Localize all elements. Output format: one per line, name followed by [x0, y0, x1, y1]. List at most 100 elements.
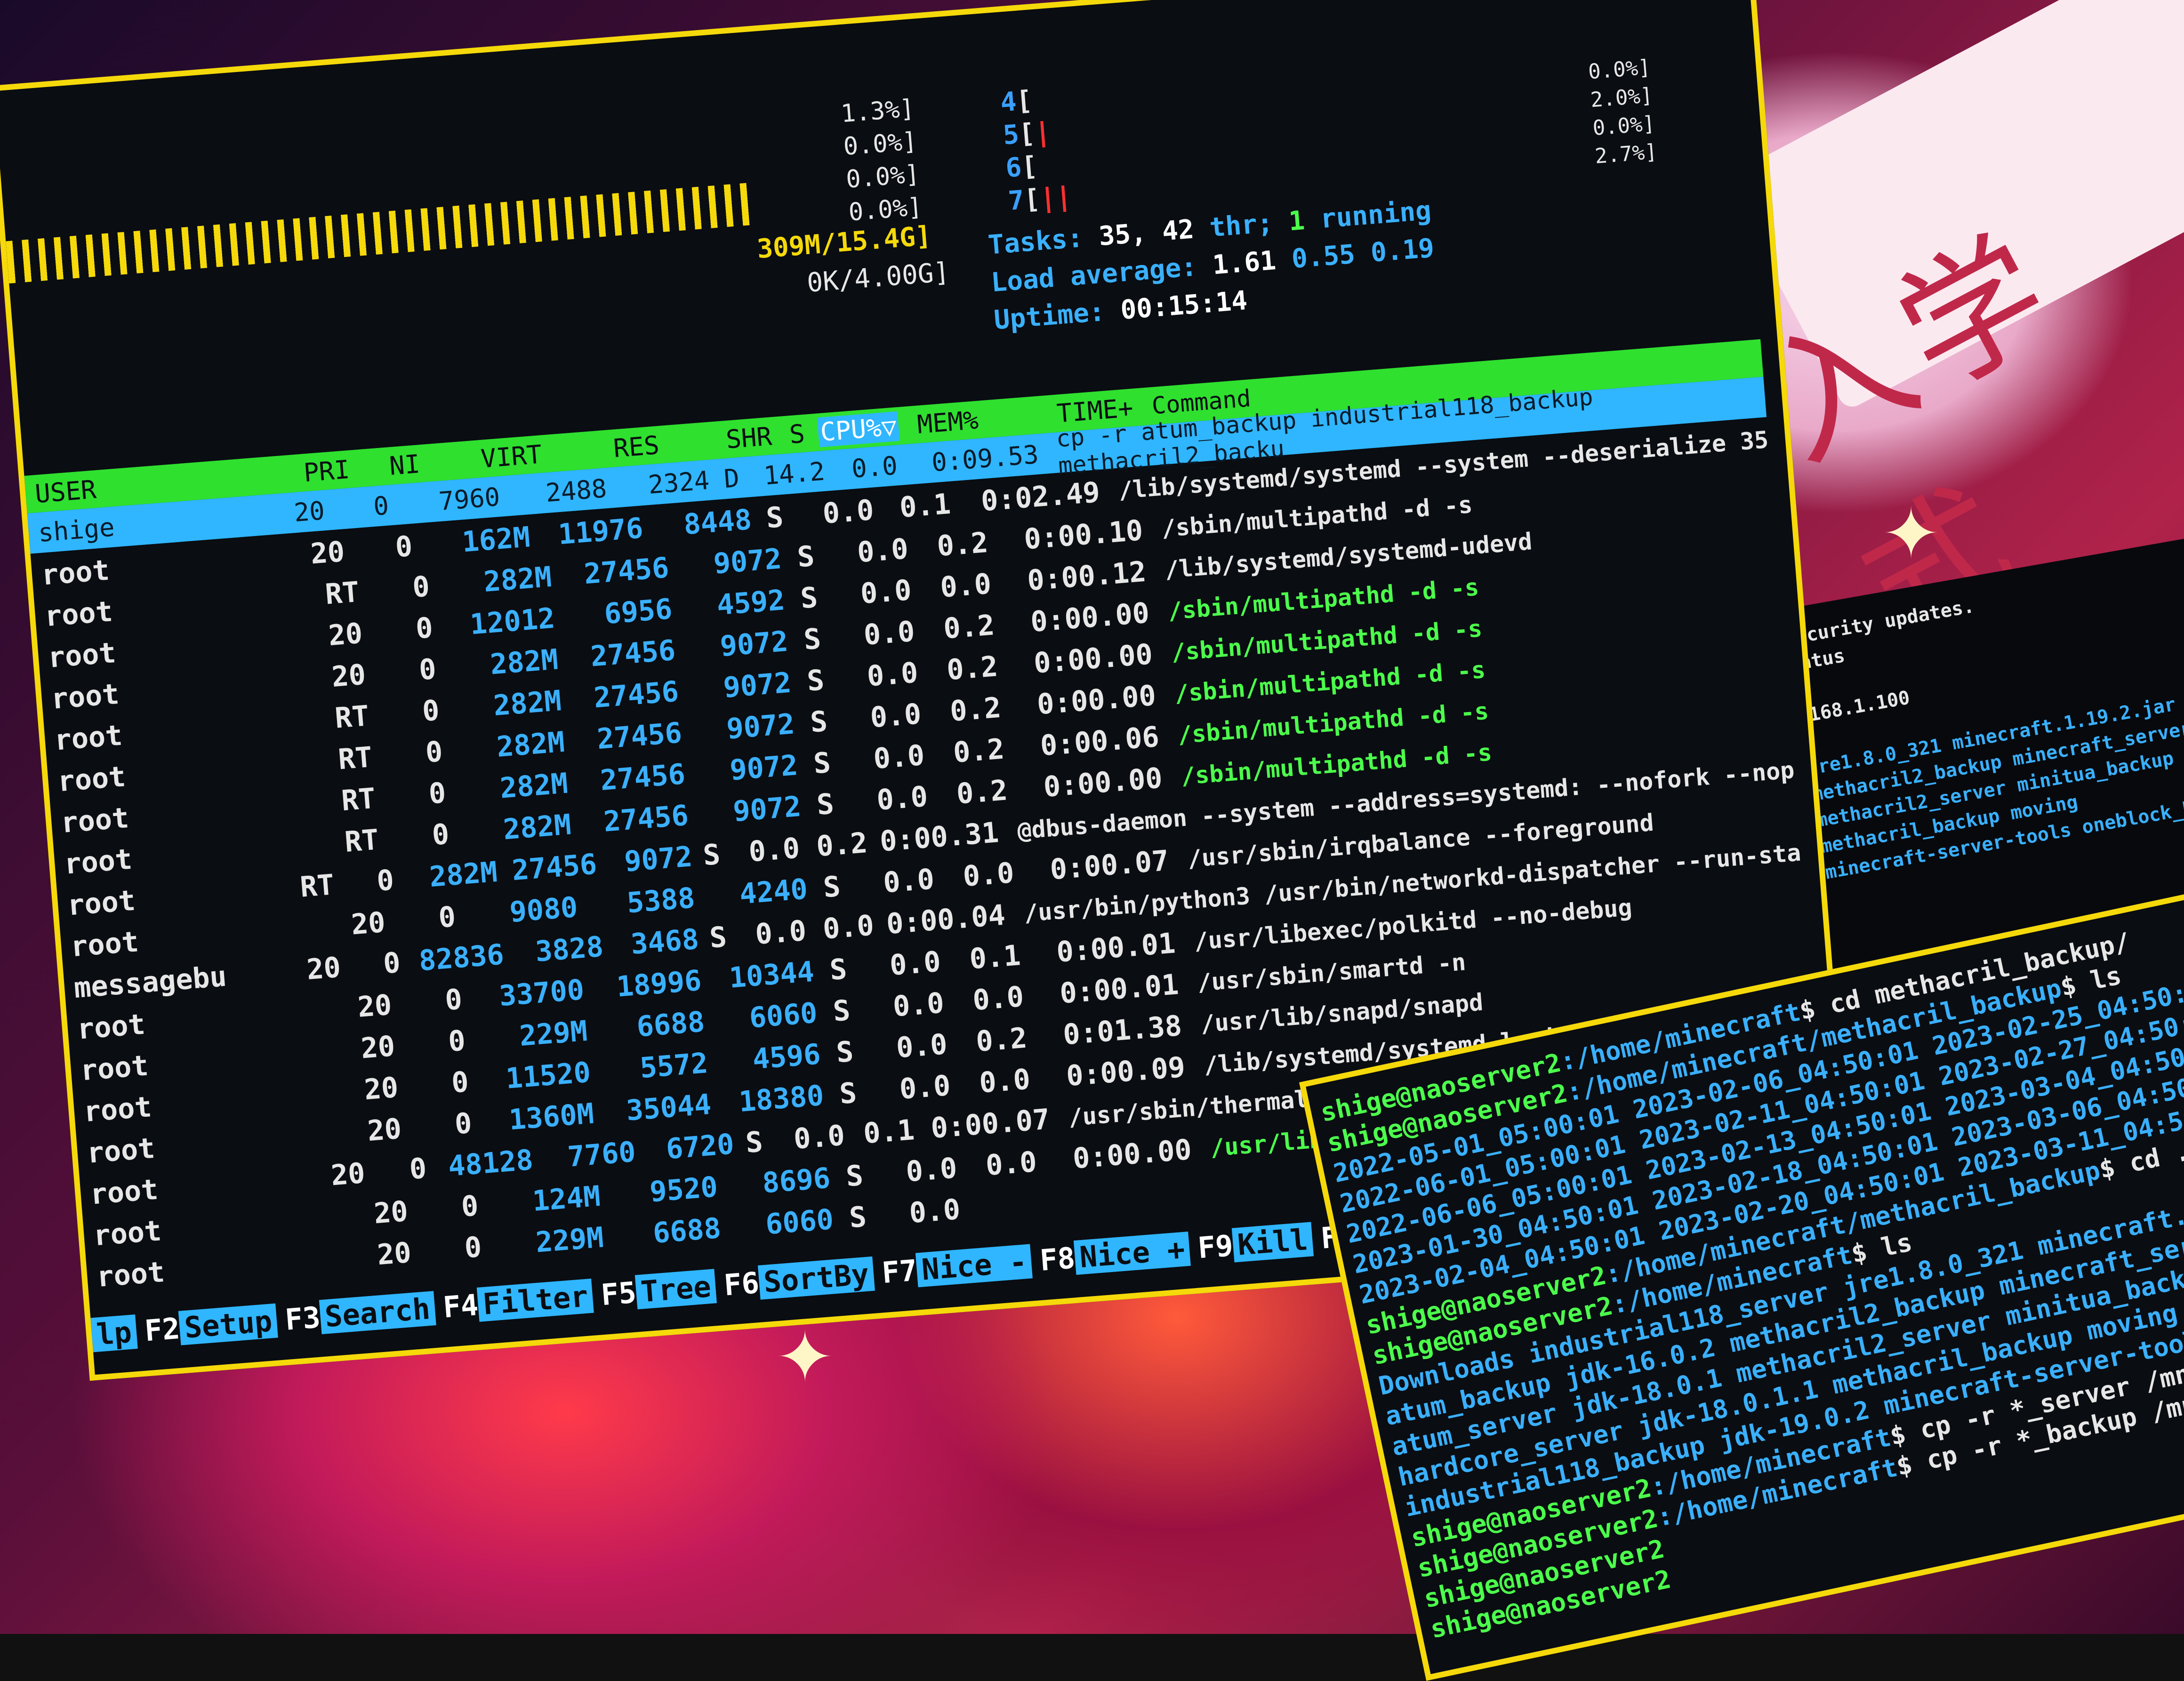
- fkey-search-button[interactable]: Search: [319, 1290, 436, 1334]
- fkey-number: F7: [880, 1253, 919, 1290]
- cell-pri: RT: [299, 868, 336, 904]
- fkey-sortby-button[interactable]: SortBy: [757, 1256, 875, 1300]
- cell-state: S: [702, 838, 722, 873]
- cell-shr: 2324: [647, 465, 711, 500]
- cell-cpu: 0.0: [747, 832, 801, 869]
- cell-mem: 0.2: [942, 608, 996, 646]
- cell-state: S: [744, 1125, 764, 1160]
- cell-cpu: 14.2: [763, 456, 826, 491]
- fkey-tree-button[interactable]: Tree: [634, 1268, 717, 1309]
- cell-shr: 9072: [722, 666, 793, 704]
- fkey-lp-button[interactable]: lp: [90, 1314, 138, 1352]
- cell-shr: 9072: [725, 707, 796, 746]
- cell-ni: 0: [382, 946, 402, 981]
- cell-time: [1040, 1191, 1195, 1203]
- minimize-icon[interactable]: –: [1607, 0, 1625, 9]
- fkey-nice--button[interactable]: Nice +: [1073, 1231, 1191, 1275]
- close-icon[interactable]: ✕: [1704, 0, 1723, 1]
- fkey-kill-button[interactable]: Kill: [1231, 1221, 1314, 1263]
- memory-meter-value: 309M/15.4G]: [755, 220, 932, 265]
- cpu-meter-value: 1.3%]: [840, 94, 915, 128]
- cell-pri: 20: [363, 1071, 400, 1107]
- cell-mem: 0.0: [850, 450, 899, 484]
- cell-virt: 229M: [518, 1014, 589, 1053]
- cell-pri: RT: [333, 699, 370, 735]
- cell-ni: 0: [424, 735, 444, 769]
- cell-state: S: [828, 953, 848, 987]
- cell-ni: 0: [437, 900, 457, 935]
- cell-shr: 9072: [719, 624, 789, 664]
- cell-virt: 11520: [504, 1056, 592, 1096]
- cell-res: 35044: [625, 1088, 713, 1128]
- col-ni[interactable]: NI: [348, 449, 421, 484]
- cell-virt: 33700: [498, 973, 586, 1013]
- cell-virt: 48128: [447, 1143, 535, 1183]
- cpu-meter-value: 0.0%]: [1591, 112, 1656, 141]
- cell-mem: 0.2: [815, 826, 869, 864]
- cell-cpu: 0.0: [856, 532, 910, 569]
- cell-time: 0:00.12: [1026, 555, 1148, 598]
- col-res[interactable]: RES: [541, 430, 660, 469]
- cell-time: 0:00.09: [1065, 1050, 1187, 1093]
- cell-pri: 20: [330, 658, 367, 694]
- cell-virt: 9080: [508, 890, 579, 929]
- cell-virt: 282M: [492, 684, 563, 723]
- cell-virt: 282M: [495, 725, 566, 764]
- memory-bar: [6, 183, 751, 284]
- cell-cpu: 0.0: [895, 1028, 949, 1065]
- cpu-meter-value: 2.0%]: [1590, 83, 1654, 112]
- cell-mem: 0.2: [974, 1021, 1028, 1059]
- cell-mem: 0.1: [898, 487, 952, 525]
- col-state[interactable]: S: [771, 418, 806, 450]
- cell-pri: 20: [329, 1156, 367, 1193]
- cell-virt: 282M: [498, 767, 570, 805]
- cpu-meter-value: 2.7%]: [1594, 139, 1658, 169]
- cell-pri: 20: [360, 1030, 396, 1065]
- cell-pri: 20: [366, 1112, 403, 1148]
- col-shr[interactable]: SHR: [658, 421, 773, 460]
- fkey-number: F2: [143, 1311, 181, 1348]
- cell-ni: 0: [443, 983, 464, 1017]
- fkey-setup-button[interactable]: Setup: [178, 1303, 278, 1345]
- cell-ni: 0: [431, 817, 450, 852]
- cell-mem: 0.0: [939, 567, 993, 604]
- cell-virt: 82836: [418, 938, 506, 978]
- cell-time: 0:00.10: [1023, 514, 1144, 556]
- cell-res: 3828: [534, 930, 605, 969]
- cell-time: 0:00.00: [1036, 679, 1157, 721]
- cell-shr: 4240: [738, 873, 809, 911]
- cell-state: S: [835, 1035, 855, 1070]
- cell-cpu: 0.0: [872, 738, 926, 776]
- cell-time: 0:00.04: [885, 898, 1007, 941]
- cell-res: 2488: [544, 473, 608, 508]
- cell-cpu: 0.0: [875, 780, 929, 817]
- cell-ni: 0: [460, 1189, 480, 1224]
- col-virt[interactable]: VIRT: [419, 439, 543, 478]
- cell-mem: 0.2: [948, 691, 1003, 728]
- cell-cpu: 0.0: [898, 1069, 952, 1106]
- col-pri[interactable]: PRI: [269, 454, 351, 490]
- cell-time: 0:00.00: [1029, 596, 1151, 639]
- cell-pri: RT: [324, 576, 361, 611]
- window-controls: – ☐ ✕: [1607, 0, 1723, 9]
- cell-shr: 8696: [761, 1161, 832, 1200]
- cell-ni: 0: [447, 1024, 467, 1058]
- maximize-icon[interactable]: ☐: [1655, 0, 1674, 5]
- cell-cpu: 0.0: [862, 615, 916, 652]
- cpu-meter-6: 6[: [1004, 151, 1039, 184]
- col-mem[interactable]: MEM%: [897, 405, 980, 440]
- cpu-meter-value: 0.0%]: [845, 160, 921, 194]
- cpu-meter-value: 0.0%]: [842, 127, 918, 161]
- col-cpu-sorted[interactable]: CPU%▽: [817, 411, 900, 447]
- cell-state: S: [796, 540, 816, 574]
- cell-mem: 0.1: [862, 1113, 916, 1151]
- cell-res: 6688: [651, 1211, 723, 1250]
- fkey-nice--button[interactable]: Nice -: [915, 1243, 1033, 1287]
- fkey-filter-button[interactable]: Filter: [476, 1278, 594, 1322]
- cell-mem: 0.0: [962, 856, 1015, 894]
- cell-state: S: [799, 581, 819, 616]
- cell-res: 6688: [635, 1005, 706, 1044]
- cell-virt: 162M: [461, 520, 531, 559]
- cell-cpu: 0.0: [905, 1152, 958, 1189]
- cell-pri: 20: [309, 535, 346, 571]
